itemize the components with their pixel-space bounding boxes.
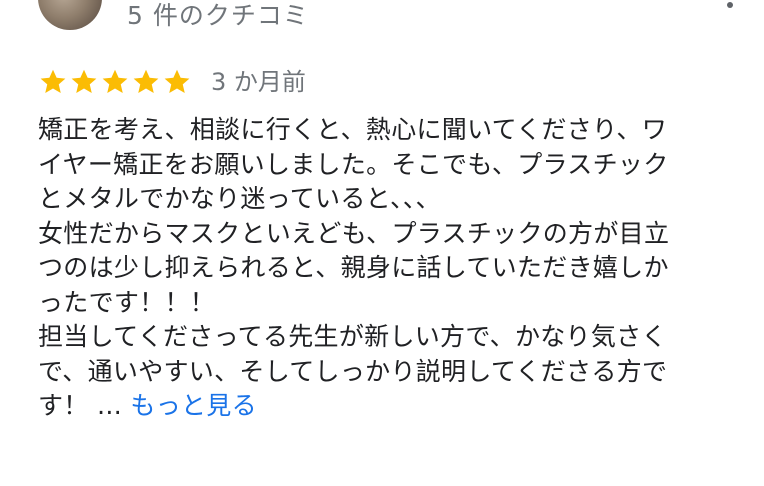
more-options-button[interactable]	[718, 0, 742, 16]
star-icon	[133, 69, 159, 93]
star-rating	[38, 67, 193, 97]
ellipsis: …	[88, 391, 131, 420]
review-text-line: 担当してくださってる先生が新しい方で、かなり気さく	[38, 322, 667, 351]
star-icon	[71, 69, 97, 93]
review-text-line: つのは少し抑えられると、親身に話していただき嬉しか	[38, 253, 669, 282]
review-text-line: す！	[38, 391, 89, 420]
rating-row: 3 か月前	[38, 66, 306, 98]
read-more-link[interactable]: もっと見る	[130, 391, 257, 420]
star-icon	[102, 69, 128, 93]
reviewer-avatar[interactable]	[38, 0, 102, 30]
review-text-line: 矯正を考え、相談に行くと、熱心に聞いてくださり、ワ	[38, 115, 668, 144]
reviewer-review-count: 5 件のクチコミ	[127, 1, 309, 30]
star-icon	[40, 69, 66, 93]
review-text-line: とメタルでかなり迷っていると、、、	[38, 184, 441, 213]
review-text-line: イヤー矯正をお願いしました。そこでも、プラスチック	[38, 149, 669, 179]
star-icon	[164, 69, 190, 93]
review-text-line: ったです！！！	[38, 287, 216, 317]
review-text: 矯正を考え、相談に行くと、熱心に聞いてくださり、ワ イヤー矯正をお願いしました。…	[38, 113, 744, 424]
review-time: 3 か月前	[211, 68, 306, 96]
review-text-last-line: す！ … もっと見る	[38, 389, 744, 424]
review-text-line: で、通いやすい、そしてしっかり説明してくださる方で	[38, 356, 668, 386]
review-text-line: 女性だからマスクといえども、プラスチックの方が目立	[38, 218, 670, 248]
